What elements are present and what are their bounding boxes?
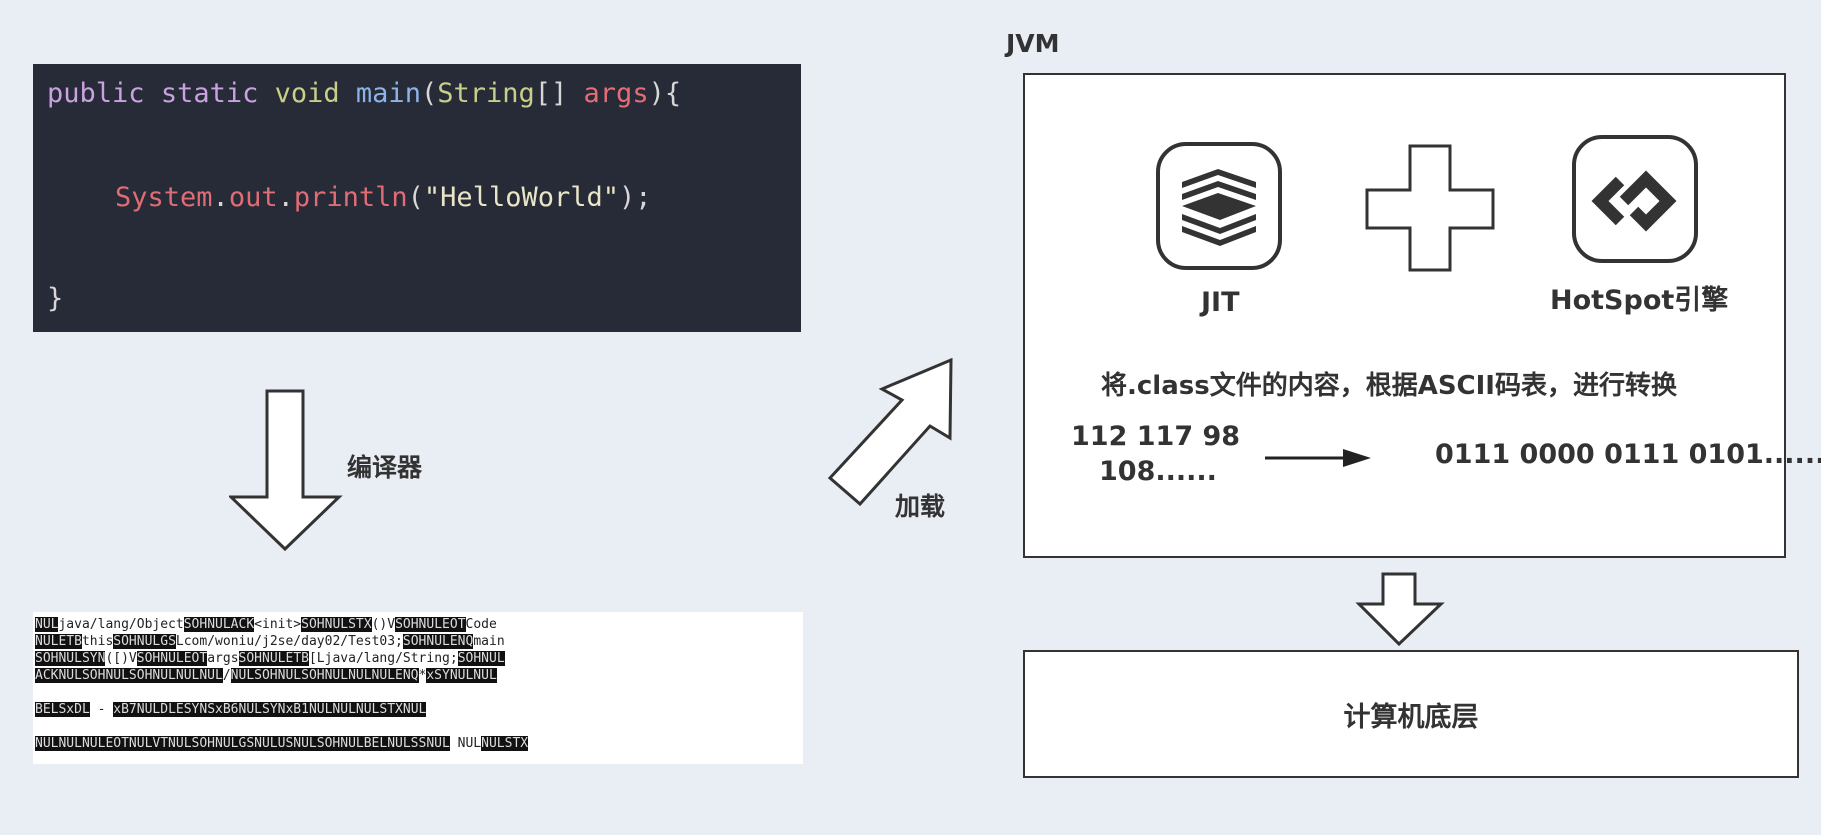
bytecode-text-segment: Lcom/woniu/j2se/day02/Test03; xyxy=(175,634,403,649)
control-char-segment: SOHNULSTX xyxy=(301,617,372,632)
bytecode-line: NULETBthisSOHNULGSLcom/woniu/j2se/day02/… xyxy=(35,633,801,650)
computer-bottom-layer-label: 计算机底层 xyxy=(1343,701,1479,733)
bytecode-text-segment: [Ljava/lang/String; xyxy=(308,651,458,666)
code-token: String xyxy=(437,78,535,109)
code-token: . xyxy=(212,182,229,213)
bytecode-text-segment: main xyxy=(473,634,505,649)
control-char-segment: xSYNULNUL xyxy=(426,668,497,683)
code-token: } xyxy=(47,283,64,314)
bytecode-text-segment: args xyxy=(207,651,239,666)
control-char-segment: SOHNULEOT xyxy=(136,651,208,666)
bytecode-text-segment: - xyxy=(89,702,114,717)
control-char-segment: NULSOHNULSOHNULNULNULENQ xyxy=(230,668,419,683)
control-char-segment: NULETB xyxy=(35,634,82,649)
code-line: } xyxy=(47,285,63,312)
ascii-values-line1: 112 117 98 xyxy=(1071,421,1241,452)
bytecode-text-segment: this xyxy=(81,634,114,649)
control-char-segment: SOHNULGS xyxy=(113,634,176,649)
jit-icon-box xyxy=(1156,142,1282,270)
code-block: public static void main(String[] args){ … xyxy=(33,64,801,332)
bytecode-text-segment: Code xyxy=(465,617,497,632)
code-token: void xyxy=(274,78,340,109)
code-token: . xyxy=(277,182,294,213)
control-char-segment: ACKNULSOHNULSOHNULNULNUL xyxy=(35,668,223,683)
code-token: main xyxy=(355,78,421,109)
control-char-segment: SOHNULENQ xyxy=(402,634,474,649)
control-char-segment: SOHNULSYN xyxy=(35,651,106,666)
bytecode-line: NULjava/lang/ObjectSOHNULACK<init>SOHNUL… xyxy=(35,616,801,633)
code-token: args xyxy=(583,78,649,109)
load-label: 加载 xyxy=(895,492,946,521)
control-char-segment: NULNULNULEOTNULVTNULSOHNULGSNULUSNULSOHN… xyxy=(35,736,450,751)
jit-label: JIT xyxy=(1201,287,1240,318)
code-token: ){ xyxy=(648,78,682,109)
hotspot-label: HotSpot引擎 xyxy=(1550,285,1729,316)
code-line: public static void main(String[] args){ xyxy=(47,80,681,107)
jvm-label: JVM xyxy=(1006,29,1060,58)
bytecode-line: BELSxDL - xB7NULDLESYNSxB6NULSYNxB1NULNU… xyxy=(35,701,801,718)
code-token: System xyxy=(115,182,213,213)
control-char-segment: SOHNULACK xyxy=(183,617,255,632)
code-token: [] xyxy=(534,78,584,109)
bytecode-text-segment: ()V xyxy=(371,617,396,632)
compiler-label: 编译器 xyxy=(347,453,423,482)
code-line: System.out.println("HelloWorld"); xyxy=(115,184,652,211)
bytecode-line xyxy=(35,684,801,701)
description-text: 将.class文件的内容，根据ASCII码表，进行转换 xyxy=(1101,371,1677,401)
code-token: ( xyxy=(407,182,424,213)
bytecode-text-segment: ([)V xyxy=(105,651,137,666)
compile-arrow-icon xyxy=(229,389,343,552)
hotspot-icon-box xyxy=(1572,135,1698,263)
down-arrow-icon xyxy=(1355,572,1445,646)
ascii-values-line2: 108...... xyxy=(1099,456,1217,487)
code-token: public xyxy=(47,78,145,109)
control-char-segment: xB7NULDLESYNSxB6NULSYNxB1NULNULNULSTXNUL xyxy=(113,702,427,717)
binary-values: 0111 0000 0111 0101...... xyxy=(1435,439,1821,470)
bytecode-line: ACKNULSOHNULSOHNULNULNUL/NULSOHNULSOHNUL… xyxy=(35,667,801,684)
bytecode-text-segment: java/lang/Object xyxy=(58,617,184,632)
jvm-box: JIT HotSpot引擎 将.class文件的内容，根据ASCII码表，进行转… xyxy=(1023,73,1821,558)
plus-icon xyxy=(1365,144,1495,272)
control-char-segment: BELSxDL xyxy=(35,702,90,717)
code-token: out xyxy=(228,182,278,213)
control-char-segment: NUL xyxy=(35,617,59,632)
bytecode-line: SOHNULSYN([)VSOHNULEOTargsSOHNULETB[Ljav… xyxy=(35,650,801,667)
bytecode-block: NULjava/lang/ObjectSOHNULACK<init>SOHNUL… xyxy=(33,612,803,764)
code-token: static xyxy=(160,78,259,109)
layers-icon xyxy=(1182,169,1256,246)
bytecode-text-segment: NUL xyxy=(449,736,482,751)
control-char-segment: SOHNUL xyxy=(457,651,505,666)
bytecode-text-segment: <init> xyxy=(254,617,302,632)
code-token: ( xyxy=(420,78,438,109)
bytecode-line xyxy=(35,718,801,735)
code-token: "HelloWorld" xyxy=(423,182,619,213)
code-token: println xyxy=(293,182,408,213)
convert-arrow-icon xyxy=(1265,449,1371,467)
computer-bottom-layer-box: 计算机底层 xyxy=(1023,650,1799,778)
hotspot-icon xyxy=(1591,170,1677,232)
control-char-segment: SOHNULEOT xyxy=(395,617,466,632)
bytecode-text-segment: / xyxy=(222,668,231,683)
control-char-segment: SOHNULETB xyxy=(238,651,309,666)
load-arrow-icon xyxy=(827,358,953,507)
code-token: ); xyxy=(619,182,652,213)
control-char-segment: NULSTX xyxy=(481,736,529,751)
bytecode-line: NULNULNULEOTNULVTNULSOHNULGSNULUSNULSOHN… xyxy=(35,735,801,752)
